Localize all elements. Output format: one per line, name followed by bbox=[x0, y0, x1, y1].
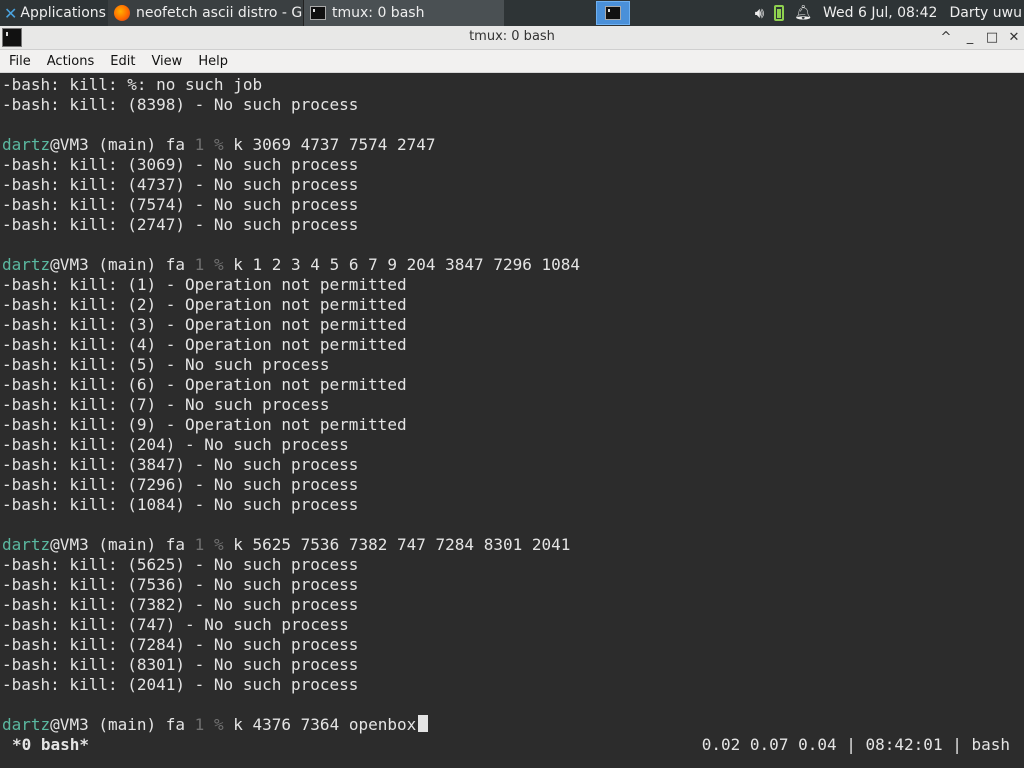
terminal-output-line: -bash: kill: (3069) - No such process bbox=[2, 155, 359, 174]
prompt-counter: 1 bbox=[194, 135, 205, 154]
maximize-button[interactable]: □ bbox=[982, 28, 1002, 48]
terminal-output-line: -bash: kill: (4) - Operation not permitt… bbox=[2, 335, 407, 354]
taskbar-item-terminal[interactable]: tmux: 0 bash bbox=[304, 0, 504, 26]
battery-indicator[interactable] bbox=[769, 0, 789, 26]
prompt-symbol: % bbox=[213, 715, 224, 734]
notification-bell-icon: 🔔︎ bbox=[794, 5, 812, 21]
command-text: k 5625 7536 7382 747 7284 8301 2041 bbox=[233, 535, 571, 554]
prompt-user: dartz bbox=[2, 135, 51, 154]
terminal-output-line: -bash: kill: (204) - No such process bbox=[2, 435, 349, 454]
terminal-output-line: -bash: kill: (7382) - No such process bbox=[2, 595, 359, 614]
command-text: k 4376 7364 openbox bbox=[233, 715, 417, 734]
prompt-host: @VM3 (main) fa bbox=[50, 135, 195, 154]
prompt-symbol: % bbox=[213, 255, 224, 274]
menu-file[interactable]: File bbox=[0, 54, 38, 69]
prompt-user: dartz bbox=[2, 535, 51, 554]
terminal-output-line: -bash: kill: (8398) - No such process bbox=[2, 95, 359, 114]
terminal-output-line: -bash: kill: (7) - No such process bbox=[2, 395, 330, 414]
taskbar-item-firefox[interactable]: neofetch ascii distro - G... bbox=[108, 0, 304, 26]
prompt-counter: 1 bbox=[194, 535, 205, 554]
terminal-output-line: -bash: kill: (1084) - No such process bbox=[2, 495, 359, 514]
terminal-output-line: -bash: kill: (2041) - No such process bbox=[2, 675, 359, 694]
terminal-output-line: -bash: kill: (4737) - No such process bbox=[2, 175, 359, 194]
terminal-output-line: -bash: kill: %: no such job bbox=[2, 75, 263, 94]
close-button[interactable]: ✕ bbox=[1004, 28, 1024, 48]
volume-icon: 🔊︎ bbox=[754, 4, 765, 22]
menu-actions[interactable]: Actions bbox=[38, 54, 102, 69]
text-cursor[interactable] bbox=[418, 715, 429, 732]
terminal-output-line: -bash: kill: (8301) - No such process bbox=[2, 655, 359, 674]
firefox-icon bbox=[114, 5, 130, 21]
terminal-output-line: -bash: kill: (3) - Operation not permitt… bbox=[2, 315, 407, 334]
terminal-output-line: -bash: kill: (7536) - No such process bbox=[2, 575, 359, 594]
applications-label: Applications bbox=[20, 5, 106, 21]
window-title: tmux: 0 bash bbox=[469, 29, 555, 44]
menubar: File Actions Edit View Help bbox=[0, 50, 1024, 73]
menu-edit[interactable]: Edit bbox=[101, 54, 142, 69]
battery-icon bbox=[774, 5, 785, 21]
terminal-output-line: -bash: kill: (5) - No such process bbox=[2, 355, 330, 374]
terminal-prompt-line: dartz@VM3 (main) fa 1 % k 4376 7364 open… bbox=[2, 715, 429, 735]
tmux-window-name[interactable]: *0 bash* bbox=[12, 734, 89, 756]
terminal-output[interactable]: -bash: kill: %: no such job -bash: kill: … bbox=[0, 74, 1024, 768]
prompt-symbol: % bbox=[213, 535, 224, 554]
window-titlebar[interactable]: tmux: 0 bash ^ _ □ ✕ bbox=[0, 26, 1024, 50]
terminal-output-line: -bash: kill: (5625) - No such process bbox=[2, 555, 359, 574]
shade-button[interactable]: ^ bbox=[936, 28, 956, 48]
prompt-counter: 1 bbox=[194, 715, 205, 734]
terminal-prompt-line: dartz@VM3 (main) fa 1 % k 1 2 3 4 5 6 7 … bbox=[2, 255, 580, 275]
terminal-output-line: -bash: kill: (7574) - No such process bbox=[2, 195, 359, 214]
prompt-symbol: % bbox=[213, 135, 224, 154]
command-text: k 1 2 3 4 5 6 7 9 204 3847 7296 1084 bbox=[233, 255, 581, 274]
applications-icon: ✕ bbox=[4, 3, 18, 23]
tmux-status-bar: *0 bash* 0.02 0.07 0.04 | 08:42:01 | bas… bbox=[0, 734, 1024, 756]
terminal-output-line: -bash: kill: (747) - No such process bbox=[2, 615, 349, 634]
tmux-status-right: 0.02 0.07 0.04 | 08:42:01 | bash bbox=[701, 735, 1010, 754]
user-menu[interactable]: Darty uwu bbox=[943, 5, 1024, 21]
terminal-output-line: -bash: kill: (6) - Operation not permitt… bbox=[2, 375, 407, 394]
terminal-prompt-line: dartz@VM3 (main) fa 1 % k 3069 4737 7574… bbox=[2, 135, 436, 155]
prompt-host: @VM3 (main) fa bbox=[50, 535, 195, 554]
terminal-output-line: -bash: kill: (7296) - No such process bbox=[2, 475, 359, 494]
taskbar-item-label: tmux: 0 bash bbox=[332, 5, 425, 21]
notifications-button[interactable]: 🔔︎ bbox=[789, 0, 817, 26]
terminal-output-line: -bash: kill: (1) - Operation not permitt… bbox=[2, 275, 407, 294]
prompt-host: @VM3 (main) fa bbox=[50, 715, 195, 734]
terminal-output-line: -bash: kill: (3847) - No such process bbox=[2, 455, 359, 474]
terminal-output-line: -bash: kill: (9) - Operation not permitt… bbox=[2, 415, 407, 434]
panel-clock[interactable]: Wed 6 Jul, 08:42 bbox=[817, 5, 943, 21]
volume-button[interactable]: 🔊︎ bbox=[750, 0, 769, 26]
prompt-user: dartz bbox=[2, 255, 51, 274]
terminal-output-line: -bash: kill: (2747) - No such process bbox=[2, 215, 359, 234]
menu-help[interactable]: Help bbox=[189, 54, 235, 69]
command-text: k 3069 4737 7574 2747 bbox=[233, 135, 436, 154]
top-panel: ✕ Applications neofetch ascii distro - G… bbox=[0, 0, 1024, 26]
terminal-prompt-line: dartz@VM3 (main) fa 1 % k 5625 7536 7382… bbox=[2, 535, 570, 555]
terminal-icon bbox=[605, 6, 621, 20]
prompt-counter: 1 bbox=[194, 255, 205, 274]
applications-menu-button[interactable]: ✕ Applications bbox=[0, 0, 108, 26]
terminal-output-line: -bash: kill: (7284) - No such process bbox=[2, 635, 359, 654]
terminal-output-line: -bash: kill: (2) - Operation not permitt… bbox=[2, 295, 407, 314]
minimize-button[interactable]: _ bbox=[960, 28, 980, 48]
menu-view[interactable]: View bbox=[142, 54, 189, 69]
taskbar-item-label: neofetch ascii distro - G... bbox=[136, 5, 304, 21]
prompt-user: dartz bbox=[2, 715, 51, 734]
terminal-launcher-button[interactable] bbox=[596, 1, 630, 25]
terminal-icon bbox=[310, 6, 326, 20]
prompt-host: @VM3 (main) fa bbox=[50, 255, 195, 274]
